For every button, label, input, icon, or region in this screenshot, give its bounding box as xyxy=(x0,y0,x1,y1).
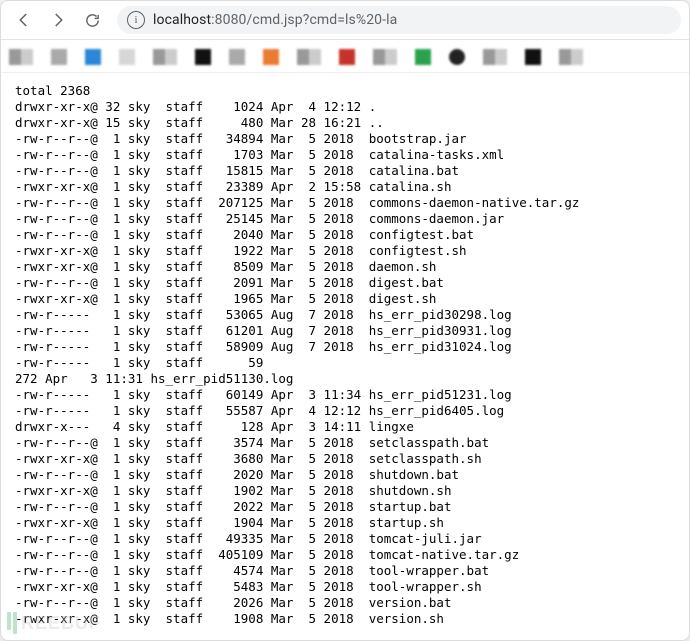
bookmark-icon[interactable] xyxy=(119,49,135,65)
bookmark-icon[interactable] xyxy=(297,49,321,65)
bookmark-icon[interactable] xyxy=(51,49,67,65)
forward-button[interactable] xyxy=(43,5,73,35)
bookmark-icon[interactable] xyxy=(153,49,177,65)
bookmark-icon[interactable] xyxy=(415,49,431,65)
bookmark-icon[interactable] xyxy=(559,49,583,65)
url-path: /cmd.jsp?cmd=ls%20-la xyxy=(247,12,398,28)
page-content: total 2368 drwxr-xr-x@ 32 sky staff 1024… xyxy=(1,73,689,627)
bookmark-icon[interactable] xyxy=(195,49,211,65)
bookmark-icon[interactable] xyxy=(483,49,507,65)
bookmark-icon[interactable] xyxy=(229,49,245,65)
bookmark-icon[interactable] xyxy=(339,49,355,65)
arrow-right-icon xyxy=(49,11,67,29)
url-host: localhost xyxy=(153,12,211,28)
reload-button[interactable] xyxy=(77,5,107,35)
bookmark-icon[interactable] xyxy=(525,49,541,65)
bookmark-icon[interactable] xyxy=(373,49,397,65)
bookmark-icon[interactable] xyxy=(85,49,101,65)
address-bar[interactable]: i localhost:8080/cmd.jsp?cmd=ls%20-la xyxy=(117,6,681,34)
bookmark-icon[interactable] xyxy=(449,49,465,65)
url-port: :8080 xyxy=(211,12,246,28)
bookmarks-bar xyxy=(1,40,689,73)
url-text: localhost:8080/cmd.jsp?cmd=ls%20-la xyxy=(153,12,397,28)
arrow-left-icon xyxy=(15,11,33,29)
back-button[interactable] xyxy=(9,5,39,35)
site-info-icon[interactable]: i xyxy=(127,11,145,29)
reload-icon xyxy=(84,12,101,29)
bookmark-icon[interactable] xyxy=(263,49,279,65)
browser-toolbar: i localhost:8080/cmd.jsp?cmd=ls%20-la xyxy=(1,1,689,40)
browser-window: i localhost:8080/cmd.jsp?cmd=ls%20-la to… xyxy=(0,0,690,641)
bookmark-icon[interactable] xyxy=(9,49,33,65)
